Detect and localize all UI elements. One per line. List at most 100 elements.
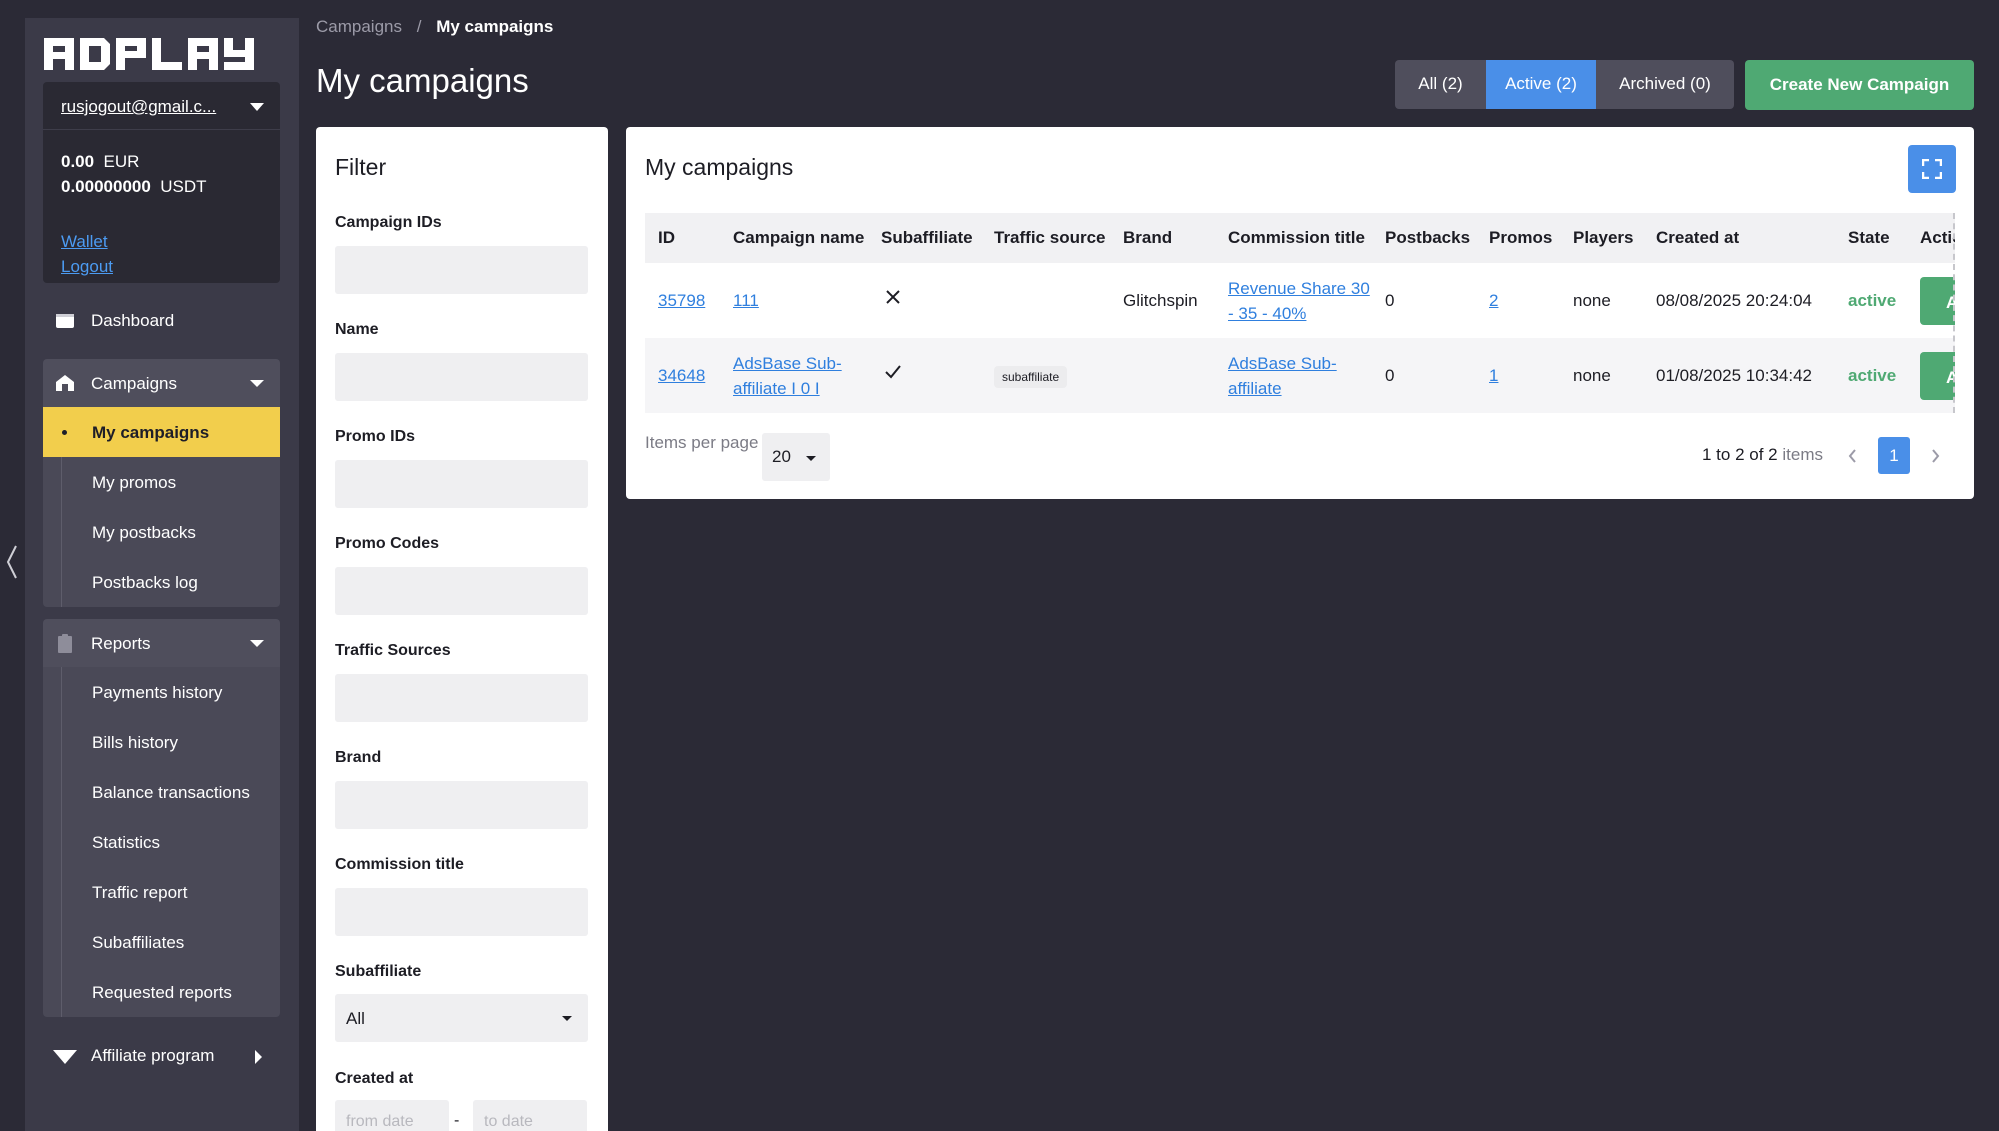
sidebar-item-dashboard[interactable]: Dashboard [43,297,280,345]
promos-link[interactable]: 1 [1489,366,1498,385]
sidebar-item-subaffiliates[interactable]: Subaffiliates [43,917,280,967]
sidebar-item-statistics[interactable]: Statistics [43,817,280,867]
sidebar-item-postbacks-log[interactable]: Postbacks log [43,557,280,607]
commission-title-input[interactable] [335,888,588,936]
campaigns-table: ID Campaign name Subaffiliate Traffic so… [645,213,1955,413]
column-header[interactable]: Players [1560,213,1643,263]
balance-usdt: 0.00000000 USDT [61,177,207,196]
sidebar-item-traffic-report[interactable]: Traffic report [43,867,280,917]
account-box: rusjogout@gmail.c... 0.00 EUR 0.00000000… [43,82,280,283]
account-menu-button[interactable]: rusjogout@gmail.c... [43,82,280,130]
traffic-sources-input[interactable] [335,674,588,722]
sidebar-item-my-campaigns[interactable]: My campaigns [43,407,280,457]
dashboard-icon [55,311,75,329]
campaign-id-link[interactable]: 35798 [658,291,705,310]
column-header[interactable]: Traffic source [981,213,1110,263]
sidebar-group-label: Campaigns [91,374,177,393]
sidebar-item-label: Affiliate program [91,1046,215,1065]
breadcrumb-current: My campaigns [436,17,554,36]
row-action-button[interactable]: A [1920,351,1955,400]
created-at-cell: 08/08/2025 20:24:04 [1656,291,1812,310]
sidebar-group-label: Reports [91,634,151,653]
subaffiliate-select[interactable]: All [335,994,588,1042]
sidebar-item-my-promos[interactable]: My promos [43,457,280,507]
sidebar-group-reports[interactable]: Reports [43,619,280,667]
brand-input[interactable] [335,781,588,829]
collapse-sidebar-icon[interactable] [4,540,20,584]
players-cell: none [1573,366,1611,385]
campaign-id-link[interactable]: 34648 [658,366,705,385]
items-per-page-value: 20 [772,447,791,466]
page-button-current[interactable]: 1 [1878,437,1910,474]
items-per-page-select[interactable]: 20 [762,433,830,481]
chevron-right-icon[interactable] [1928,447,1942,465]
column-header[interactable]: Created at [1643,213,1835,263]
close-icon [883,287,903,307]
promos-link[interactable]: 2 [1489,291,1498,310]
wallet-link[interactable]: Wallet [61,229,113,254]
campaign-name-link[interactable]: 111 [733,291,759,310]
column-header[interactable]: Postbacks [1372,213,1476,263]
sidebar-item-bills-history[interactable]: Bills history [43,717,280,767]
chevron-left-icon[interactable] [1846,447,1860,465]
row-action-button[interactable]: A [1920,276,1955,325]
column-header[interactable]: Actio [1907,213,1955,263]
chevron-down-icon [250,380,264,387]
create-campaign-button[interactable]: Create New Campaign [1745,60,1974,110]
column-header[interactable]: ID [645,213,720,263]
postbacks-cell: 0 [1385,366,1395,385]
chevron-down-icon [806,456,816,461]
chevron-right-icon [255,1050,262,1064]
items-per-page-label: Items per page [645,433,759,452]
campaign-ids-label: Campaign IDs [335,214,442,231]
sidebar-item-affiliate-program[interactable]: Affiliate program [43,1032,280,1082]
sidebar-group-campaigns[interactable]: Campaigns [43,359,280,407]
tab-active[interactable]: Active (2) [1486,60,1596,109]
balance-list: 0.00 EUR 0.00000000 USDT [61,149,207,199]
sidebar: rusjogout@gmail.c... 0.00 EUR 0.00000000… [25,18,299,1131]
campaign-ids-input[interactable] [335,246,588,294]
name-input[interactable] [335,353,588,401]
column-header[interactable]: Brand [1110,213,1215,263]
breadcrumb-campaigns[interactable]: Campaigns [316,17,402,36]
subaffiliate-label: Subaffiliate [335,963,422,980]
date-separator: - [454,1112,460,1129]
created-at-cell: 01/08/2025 10:34:42 [1656,366,1812,385]
home-icon [55,373,75,393]
fullscreen-button[interactable] [1908,145,1956,193]
promo-ids-input[interactable] [335,460,588,508]
logout-link[interactable]: Logout [61,254,113,279]
sidebar-item-balance-transactions[interactable]: Balance transactions [43,767,280,817]
logo[interactable] [44,34,280,74]
column-header[interactable]: Campaign name [720,213,868,263]
campaign-status-switch: All (2) Active (2) Archived (0) [1395,60,1734,109]
campaigns-table-wrapper[interactable]: ID Campaign name Subaffiliate Traffic so… [645,213,1955,413]
postbacks-cell: 0 [1385,291,1395,310]
campaigns-submenu: My campaigns My promos My postbacks Post… [43,407,280,607]
column-header[interactable]: Subaffiliate [868,213,981,263]
table-row: 35798 111 Glitchspin Revenue Share 30 - … [645,263,1955,338]
chevron-down-icon [250,103,264,111]
state-badge: active [1848,291,1897,310]
tab-archived[interactable]: Archived (0) [1596,60,1734,109]
column-header[interactable]: Commission title [1215,213,1372,263]
panel-title: My campaigns [645,154,794,180]
column-header[interactable]: State [1835,213,1907,263]
brand-label: Brand [335,749,382,766]
name-label: Name [335,321,379,338]
promo-codes-input[interactable] [335,567,588,615]
sidebar-item-my-postbacks[interactable]: My postbacks [43,507,280,557]
commission-link[interactable]: Revenue Share 30 - 35 - 40% [1228,279,1370,323]
sidebar-item-requested-reports[interactable]: Requested reports [43,967,280,1017]
from-date-input[interactable]: from date [335,1100,449,1131]
brand-cell: Glitchspin [1123,291,1198,310]
sidebar-item-payments-history[interactable]: Payments history [43,667,280,717]
campaigns-panel: My campaigns ID Campaign name Subaffilia… [626,127,1974,499]
to-date-input[interactable]: to date [473,1100,587,1131]
subaffiliate-select-value: All [346,1009,365,1028]
account-email: rusjogout@gmail.c... [61,97,217,116]
tab-all[interactable]: All (2) [1395,60,1486,109]
commission-link[interactable]: AdsBase Sub-affiliate [1228,354,1337,398]
column-header[interactable]: Promos [1476,213,1560,263]
campaign-name-link[interactable]: AdsBase Sub-affiliate I 0 I [733,354,842,398]
